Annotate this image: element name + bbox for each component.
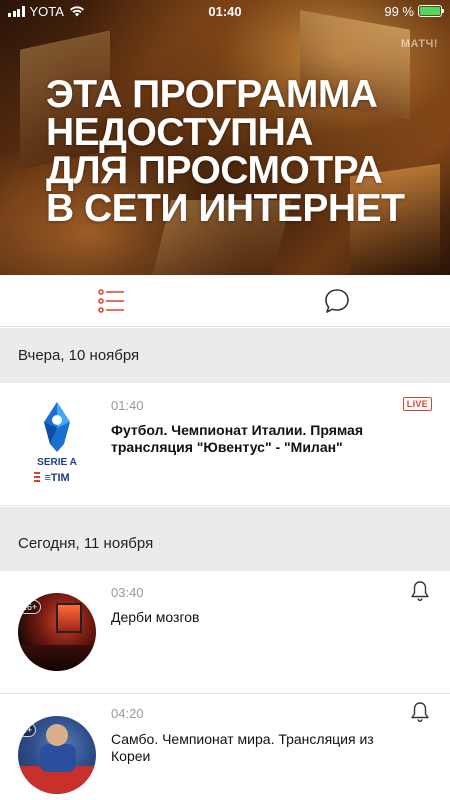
program-time: 03:40 — [111, 585, 144, 600]
message-line: ЭТА ПРОГРАММА — [46, 73, 378, 116]
message-line: В СЕТИ ИНТЕРНЕТ — [46, 187, 405, 230]
program-title: Дерби мозгов — [111, 609, 200, 625]
channel-logo: МАТЧ! — [400, 38, 438, 50]
schedule-list-button[interactable] — [82, 275, 142, 327]
chat-button[interactable] — [307, 275, 367, 327]
unavailable-message: ЭТА ПРОГРАММА НЕДОСТУПНА ДЛЯ ПРОСМОТРА В… — [46, 73, 436, 230]
battery-icon — [418, 5, 444, 17]
view-toolbar — [0, 275, 450, 327]
serie-a-logo: SERIE A ≡TIM — [22, 398, 92, 490]
live-badge: LIVE — [402, 397, 432, 411]
program-title: Футбол. Чемпионат Италии. Прямая трансля… — [111, 422, 363, 455]
section-divider — [0, 507, 450, 516]
program-time: 01:40 — [111, 398, 144, 413]
hero-banner: YOTA 01:40 99 % МАТЧ! ЭТА ПРОГРАММА НЕДО… — [0, 0, 450, 275]
program-item[interactable]: SERIE A ≡TIM 01:40 LIVE Футбол. Чемпиона… — [0, 384, 450, 506]
age-rating-badge: 0+ — [18, 723, 37, 737]
status-bar: YOTA 01:40 99 % — [0, 0, 450, 22]
message-line: ДЛЯ ПРОСМОТРА — [46, 149, 383, 192]
date-header: Вчера, 10 ноября — [0, 328, 450, 383]
program-item[interactable]: 0+ 04:20 Самбо. Чемпионат мира. Трансляц… — [0, 694, 450, 800]
clock: 01:40 — [208, 3, 242, 19]
chat-bubble-icon — [325, 289, 349, 313]
program-thumbnail: 0+ — [18, 716, 96, 794]
program-thumbnail: 16+ — [18, 593, 96, 671]
bell-icon[interactable] — [408, 579, 432, 603]
program-title: Самбо. Чемпионат мира. Трансляция из Кор… — [111, 731, 374, 764]
date-header: Сегодня, 11 ноября — [0, 516, 450, 571]
svg-text:≡TIM: ≡TIM — [44, 472, 69, 484]
message-line: НЕДОСТУПНА — [46, 111, 313, 154]
svg-text:SERIE A: SERIE A — [37, 457, 77, 468]
age-rating-badge: 16+ — [18, 600, 42, 614]
program-item[interactable]: 16+ 03:40 Дерби мозгов — [0, 571, 450, 694]
list-icon — [98, 289, 124, 313]
program-time: 04:20 — [111, 706, 144, 721]
bell-icon[interactable] — [408, 700, 432, 724]
